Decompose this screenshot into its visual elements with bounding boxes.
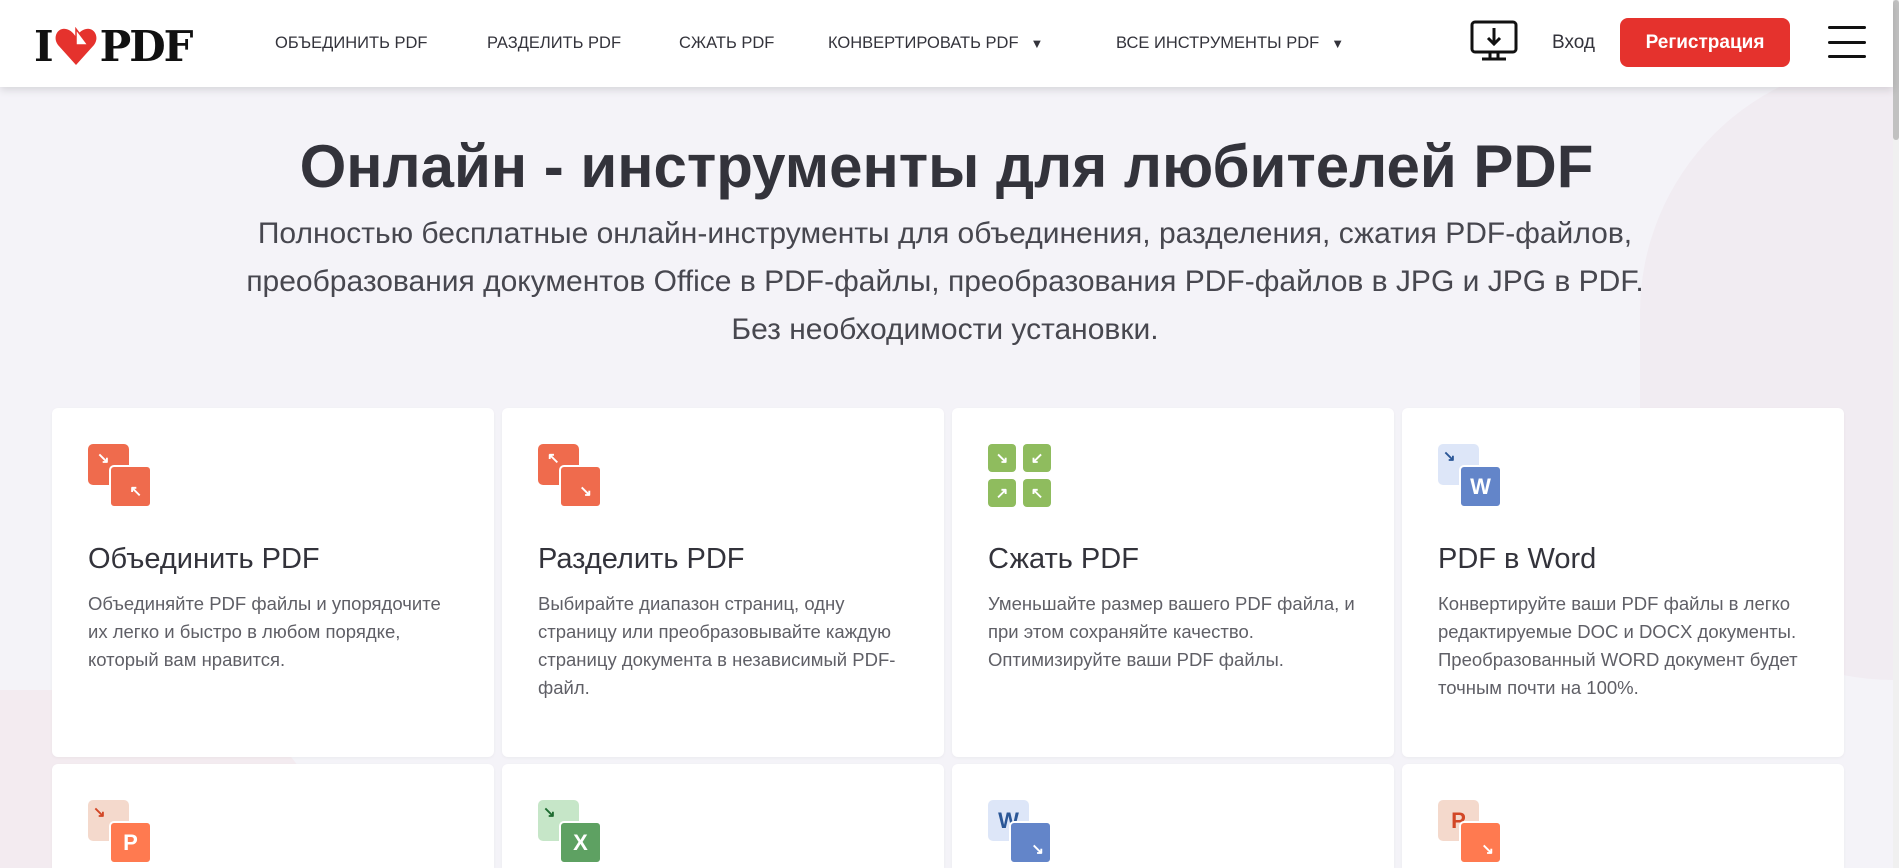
tool-card-powerpoint-to-pdf[interactable]: P ↘ [1402,764,1844,868]
pdf-to-excel-icon: ↘ X [538,800,602,864]
top-nav: I PDF ОБЪЕДИНИТЬ PDF РАЗДЕЛИТЬ PDF СЖАТЬ… [0,0,1893,87]
nav-label: ОБЪЕДИНИТЬ PDF [275,34,428,52]
logo[interactable]: I PDF [34,22,193,71]
tool-title: Объединить PDF [88,543,320,575]
register-button[interactable]: Регистрация [1620,18,1790,67]
nav-label: РАЗДЕЛИТЬ PDF [487,34,622,52]
tool-title: Разделить PDF [538,543,745,575]
compress-icon: ↘ ↙ ↗ ↖ [988,444,1051,507]
page-subtitle: Полностью бесплатные онлайн-инструменты … [246,217,1644,346]
tool-card-pdf-to-powerpoint[interactable]: ↘ P [52,764,494,868]
hamburger-menu-icon[interactable] [1828,26,1866,58]
scrollbar-thumb[interactable] [1893,0,1899,140]
nav-split[interactable]: РАЗДЕЛИТЬ PDF [487,0,621,87]
tool-card-word-to-pdf[interactable]: W ↘ [952,764,1394,868]
caret-down-icon: ▼ [1030,36,1044,51]
tools-grid: ↘ ↖ Объединить PDF Объединяйте PDF файлы… [52,408,1844,868]
nav-merge[interactable]: ОБЪЕДИНИТЬ PDF [275,0,427,87]
tool-card-merge[interactable]: ↘ ↖ Объединить PDF Объединяйте PDF файлы… [52,408,494,757]
heart-logo-icon [55,26,97,65]
powerpoint-to-pdf-icon: P ↘ [1438,800,1502,864]
desktop-download-icon[interactable] [1470,20,1518,62]
tool-description: Выбирайте диапазон страниц, одну страниц… [538,593,896,698]
nav-convert[interactable]: КОНВЕРТИРОВАТЬ PDF ▼ [828,0,1043,87]
pdf-to-powerpoint-icon: ↘ P [88,800,152,864]
tool-card-compress[interactable]: ↘ ↙ ↗ ↖ Сжать PDF Уменьшайте размер вашего … [952,408,1394,757]
tool-description: Объединяйте PDF файлы и упорядочите их л… [88,593,441,670]
pdf-to-word-icon: ↘ W [1438,444,1502,508]
scrollbar[interactable] [1893,0,1899,868]
login-link[interactable]: Вход [1552,32,1595,54]
tool-description: Конвертируйте ваши PDF файлы в легко ред… [1438,593,1798,698]
tool-card-pdf-to-word[interactable]: ↘ W PDF в Word Конвертируйте ваши PDF фа… [1402,408,1844,757]
tool-title: Сжать PDF [988,543,1139,575]
word-to-pdf-icon: W ↘ [988,800,1052,864]
tool-card-split[interactable]: ↖ ↘ Разделить PDF Выбирайте диапазон стр… [502,408,944,757]
nav-all-tools[interactable]: ВСЕ ИНСТРУМЕНТЫ PDF ▼ [1116,0,1344,87]
nav-compress[interactable]: СЖАТЬ PDF [679,0,774,87]
tool-card-pdf-to-excel[interactable]: ↘ X [502,764,944,868]
split-icon: ↖ ↘ [538,444,602,508]
nav-label: КОНВЕРТИРОВАТЬ PDF [828,34,1019,52]
nav-label: СЖАТЬ PDF [679,34,775,52]
tool-description: Уменьшайте размер вашего PDF файла, и пр… [988,593,1355,670]
caret-down-icon: ▼ [1331,36,1345,51]
merge-icon: ↘ ↖ [88,444,152,508]
page-title: Онлайн - инструменты для любителей PDF [299,133,1594,200]
tool-title: PDF в Word [1438,543,1597,575]
nav-label: ВСЕ ИНСТРУМЕНТЫ PDF [1116,34,1320,52]
